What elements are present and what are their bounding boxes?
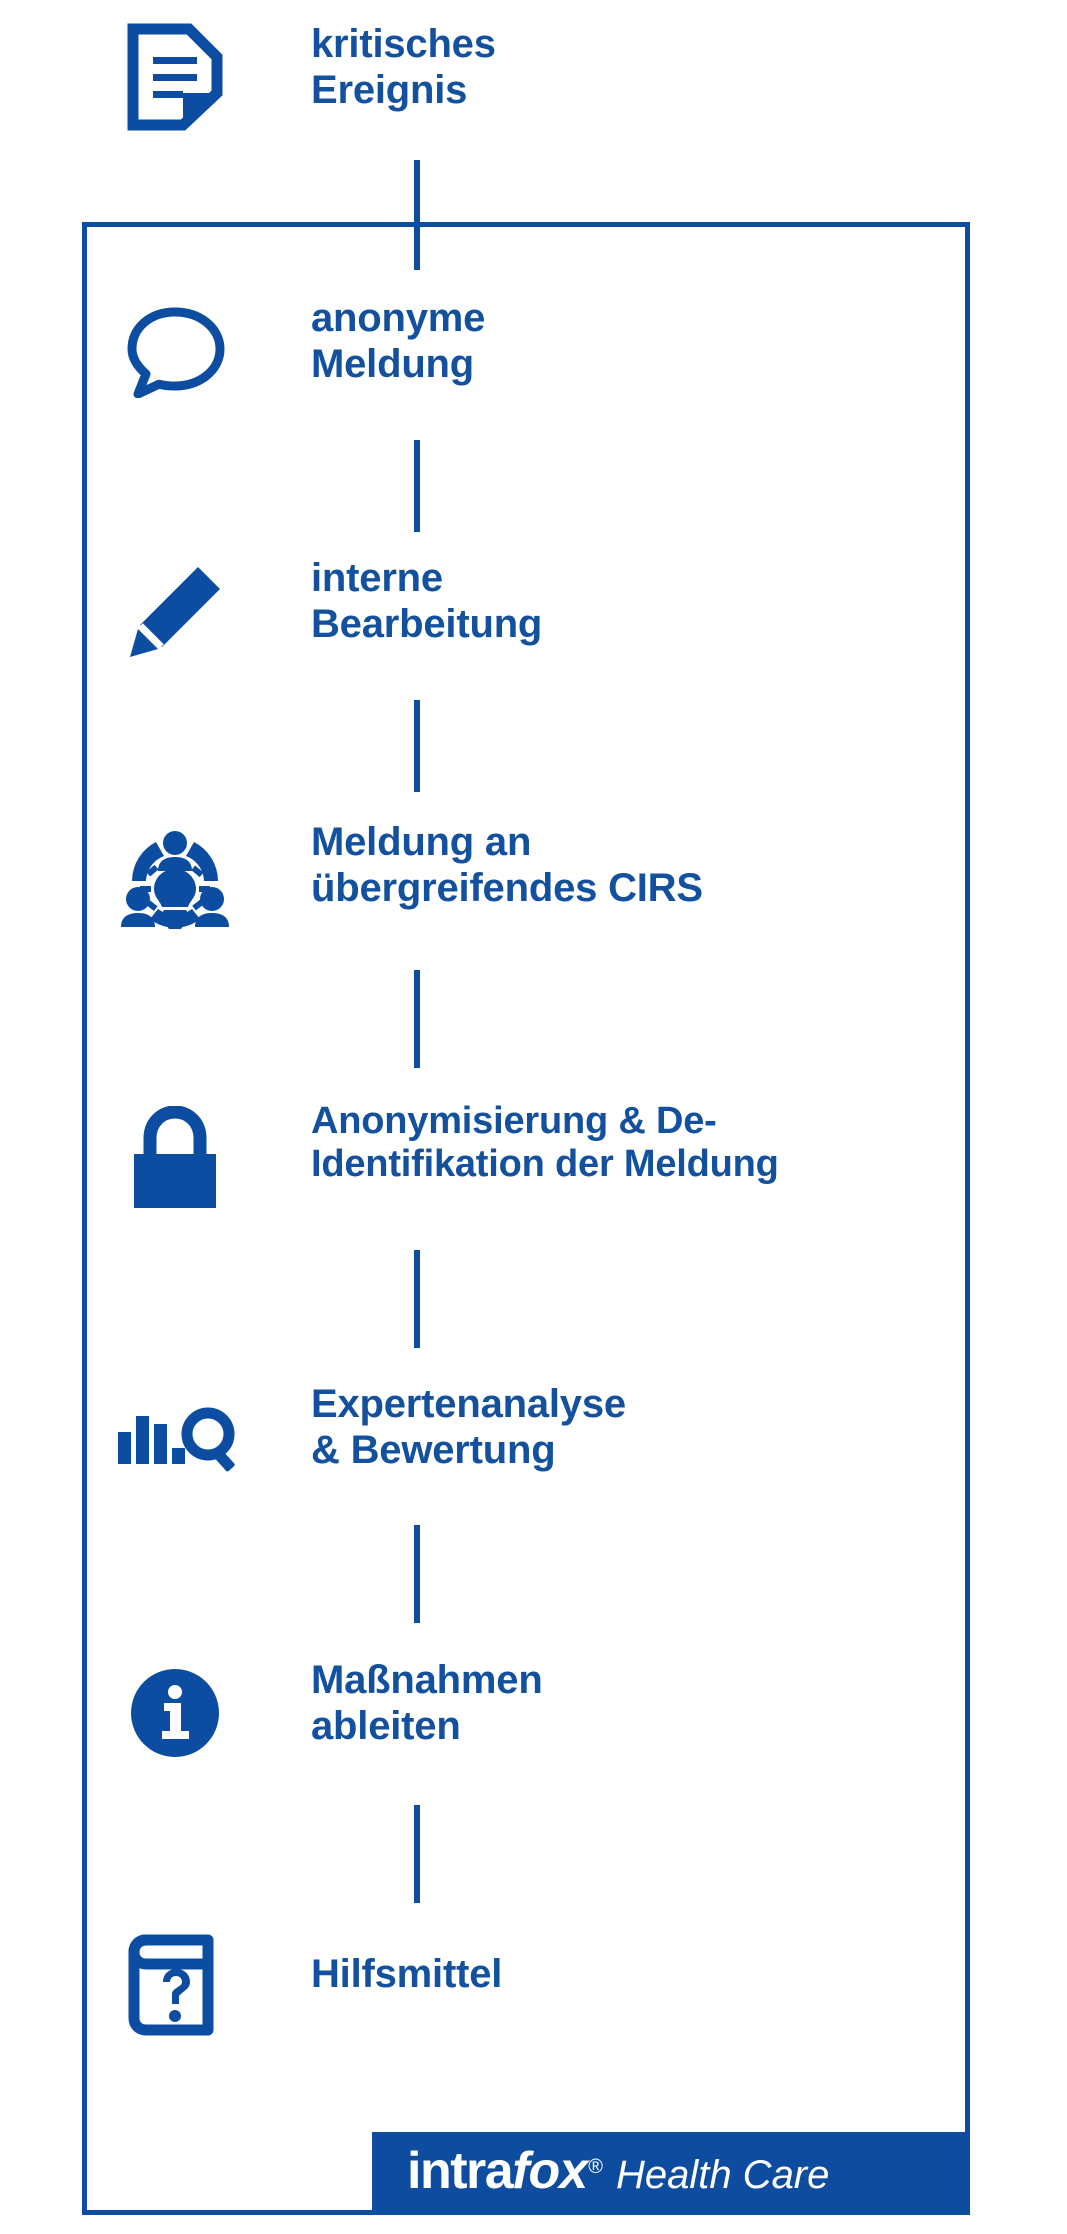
document-lines-icon xyxy=(90,22,260,132)
step-expertenanalyse: Expertenanalyse & Bewertung xyxy=(0,1382,1067,1492)
process-box xyxy=(82,222,970,2215)
connector-6 xyxy=(414,1805,420,1903)
logo-brand-fox: fox xyxy=(512,2142,588,2200)
info-circle-icon xyxy=(90,1658,260,1768)
padlock-icon xyxy=(90,1100,260,1218)
logo-tagline: Health Care xyxy=(615,2153,830,2197)
connector-3 xyxy=(414,970,420,1068)
bar-chart-magnifier-icon xyxy=(90,1382,260,1492)
connector-2 xyxy=(414,700,420,792)
step-anonyme-meldung: anonyme Meldung xyxy=(0,296,1067,406)
step-interne-bearbeitung: interne Bearbeitung xyxy=(0,556,1067,666)
logo-text: intrafox® Health Care xyxy=(372,2141,829,2201)
connector-1 xyxy=(414,440,420,532)
step-anonymisierung: Anonymisierung & De- Identifikation der … xyxy=(0,1100,1067,1218)
step-label: Anonymisierung & De- Identifikation der … xyxy=(311,1100,779,1186)
entry-step: kritisches Ereignis xyxy=(0,22,1067,132)
diagram-canvas: kritisches Ereignis anonyme Meldung inte… xyxy=(0,0,1067,2234)
step-label: Maßnahmen ableiten xyxy=(311,1658,543,1748)
step-massnahmen: Maßnahmen ableiten xyxy=(0,1658,1067,1768)
speech-bubble-icon xyxy=(90,296,260,406)
registered-mark-icon: ® xyxy=(588,2156,603,2178)
step-meldung-cirs: Meldung an übergreifendes CIRS xyxy=(0,820,1067,938)
connector-5 xyxy=(414,1525,420,1623)
step-label: Expertenanalyse & Bewertung xyxy=(311,1382,626,1472)
intrafox-logo-bar: intrafox® Health Care xyxy=(372,2132,965,2210)
book-question-icon xyxy=(90,1930,260,2040)
pencil-icon xyxy=(90,556,260,666)
entry-step-label: kritisches Ereignis xyxy=(311,22,496,112)
people-lightbulb-icon xyxy=(90,820,260,938)
step-label: anonyme Meldung xyxy=(311,296,486,386)
step-label: interne Bearbeitung xyxy=(311,556,543,646)
step-hilfsmittel: Hilfsmittel xyxy=(0,1930,1067,2040)
step-label: Meldung an übergreifendes CIRS xyxy=(311,820,703,910)
step-label: Hilfsmittel xyxy=(311,1952,503,1996)
connector-4 xyxy=(414,1250,420,1348)
logo-brand-intra: intra xyxy=(407,2142,514,2200)
